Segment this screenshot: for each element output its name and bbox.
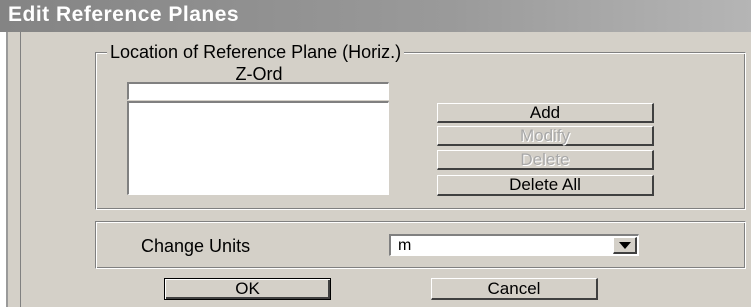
change-units-label: Change Units [141, 236, 251, 256]
ok-button[interactable]: OK [164, 278, 331, 300]
units-dropdown-button[interactable] [613, 237, 637, 254]
add-button[interactable]: Add [437, 103, 654, 123]
edit-reference-planes-dialog: Edit Reference Planes Location of Refere… [0, 0, 751, 307]
units-dropdown-value: m [398, 237, 412, 254]
delete-all-button[interactable]: Delete All [437, 175, 654, 196]
cancel-button[interactable]: Cancel [431, 278, 598, 300]
groupbox-legend: Location of Reference Plane (Horiz.) [107, 42, 405, 63]
delete-button[interactable]: Delete [437, 150, 654, 170]
z-ord-input[interactable] [127, 82, 389, 100]
modify-button[interactable]: Modify [437, 126, 654, 146]
units-dropdown[interactable]: m [389, 234, 639, 256]
left-frame-shadow [6, 32, 8, 307]
chevron-down-icon [619, 242, 631, 249]
title-bar: Edit Reference Planes [0, 0, 751, 32]
panel-divider [20, 32, 21, 307]
z-ord-listbox[interactable] [127, 101, 389, 195]
window-title: Edit Reference Planes [8, 3, 240, 26]
